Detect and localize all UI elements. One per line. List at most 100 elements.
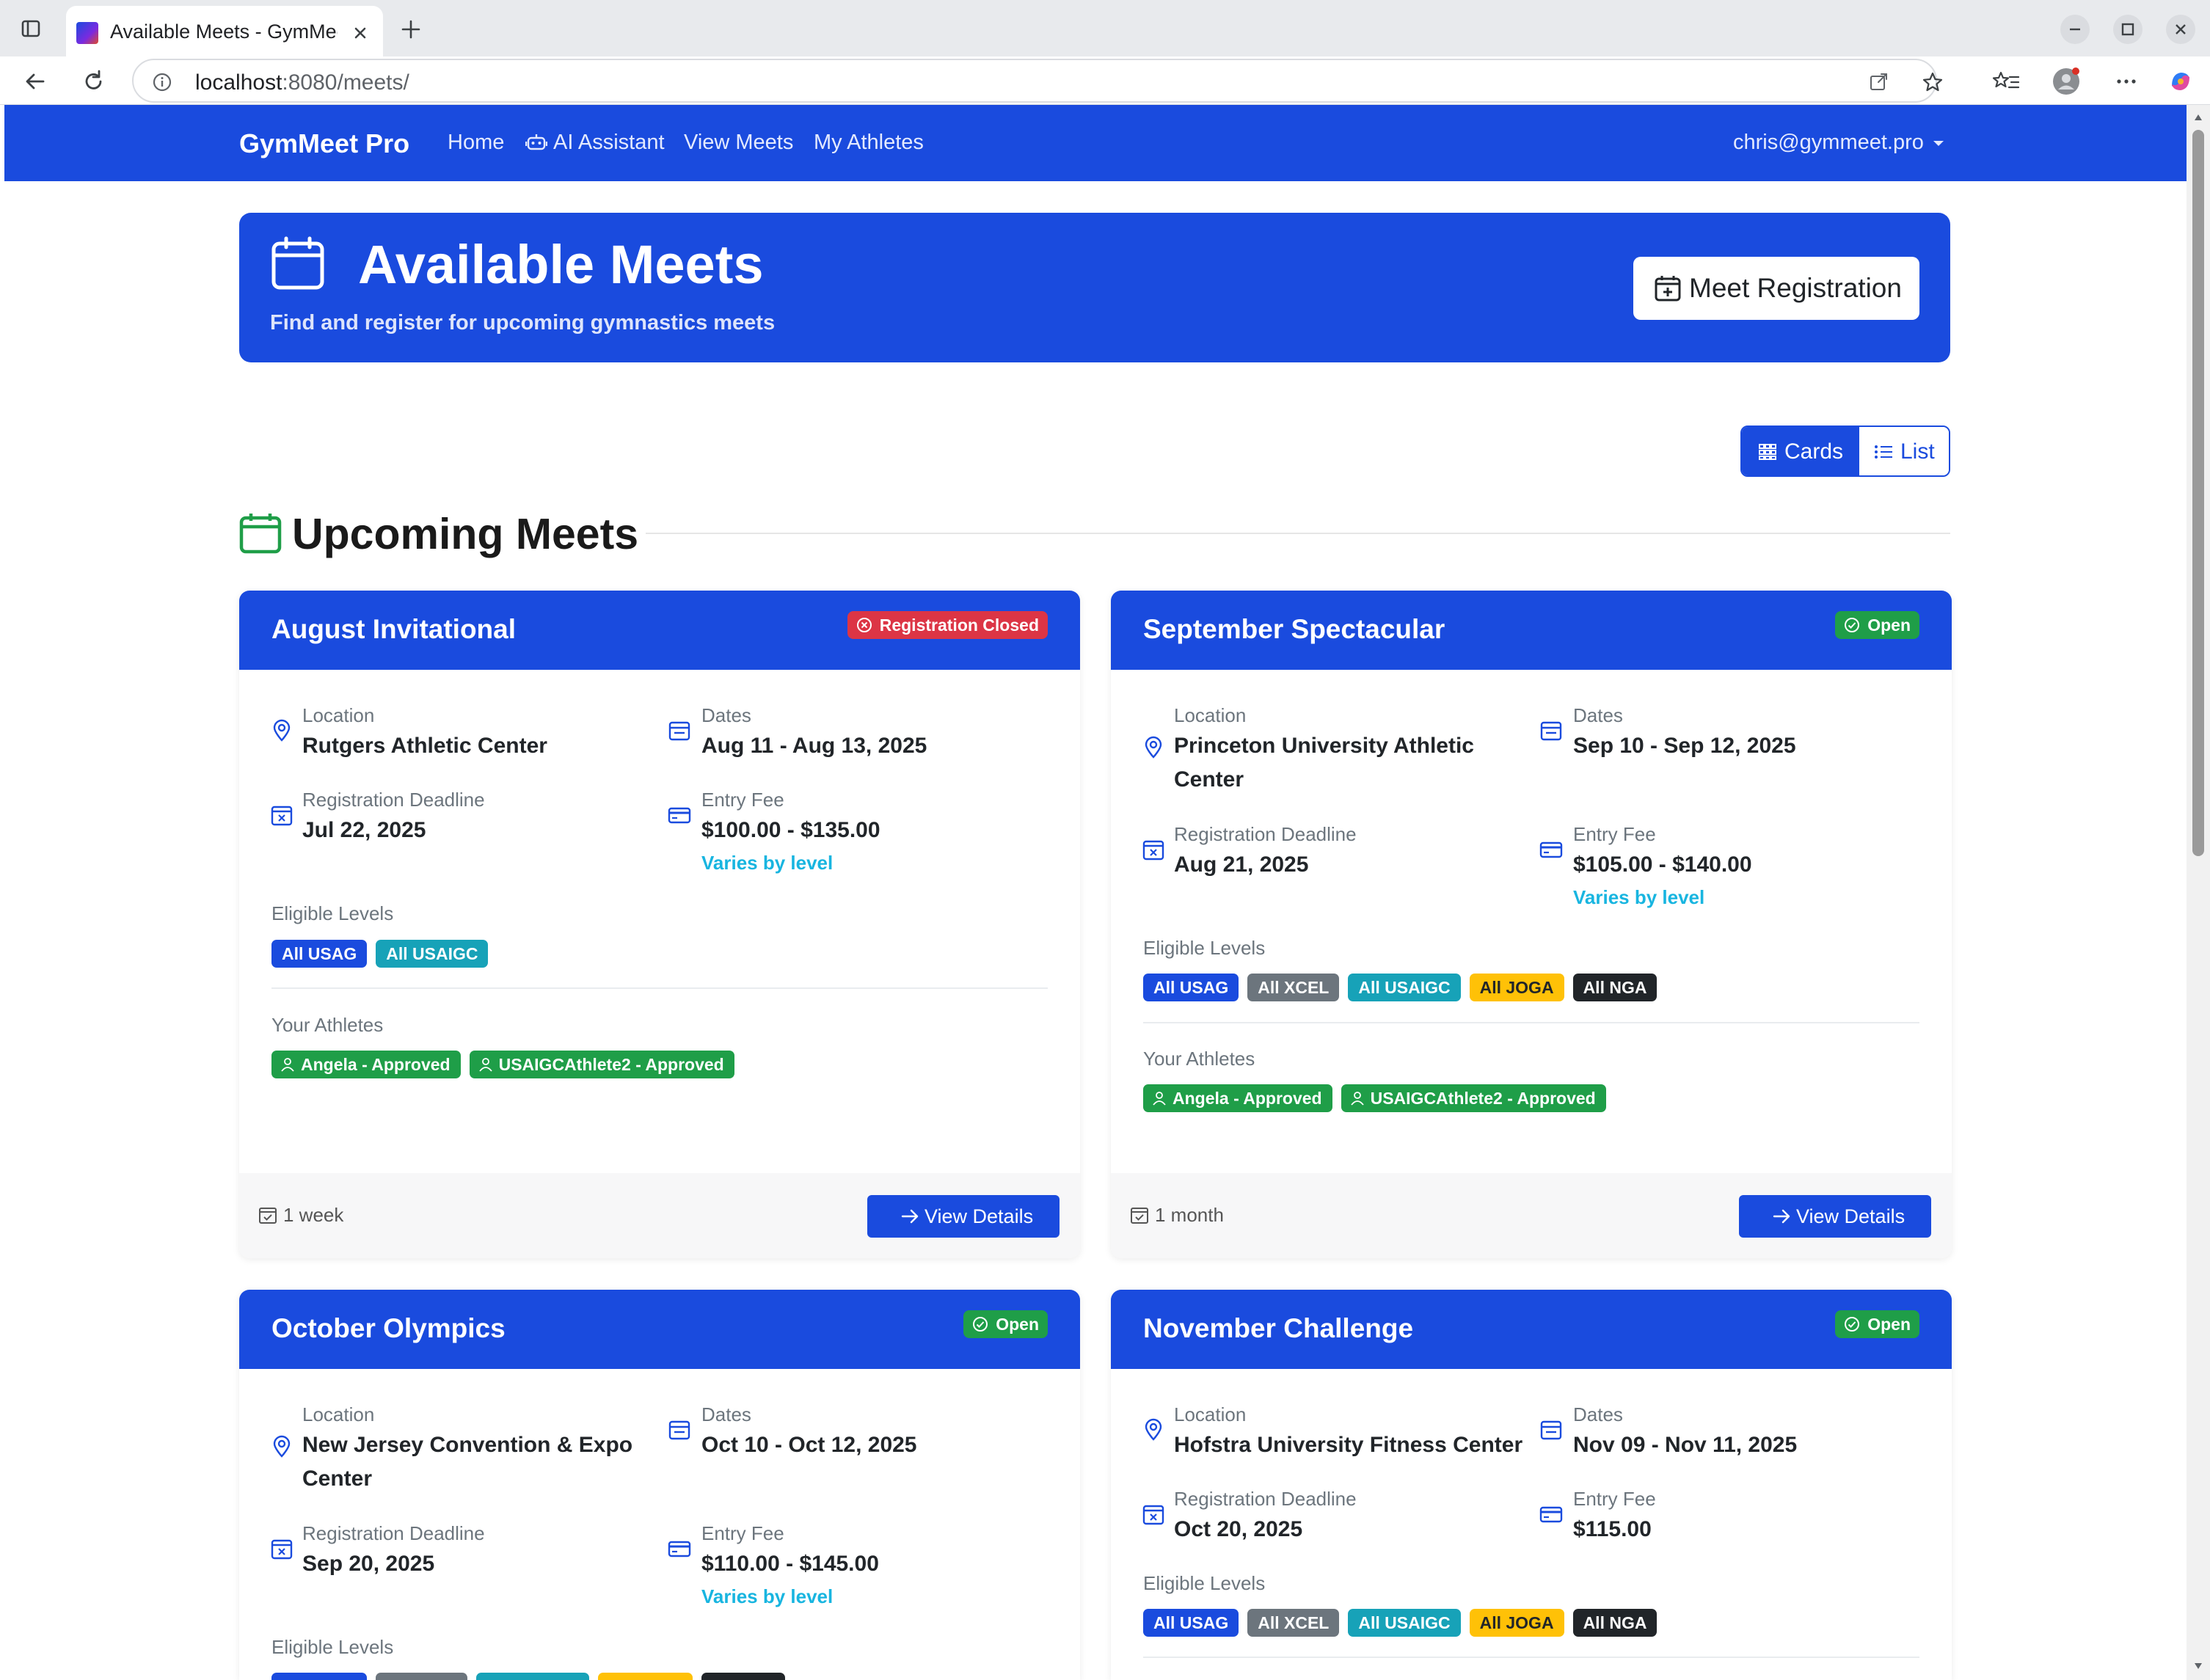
brand-logo[interactable]: GymMeet Pro [239,128,409,159]
user-menu[interactable]: chris@gymmeet.pro [1733,131,1924,155]
status-text: Open [1867,1315,1911,1334]
eligible-levels-label: Eligible Levels [1143,937,1266,959]
fee-note: Varies by level [701,852,834,874]
status-badge: Open [1835,611,1919,639]
meet-card: August Invitational Registration Closed … [239,591,1080,1258]
location-label: Location [302,1403,375,1425]
deadline-value: Sep 20, 2025 [302,1552,435,1576]
athlete-badge: USAIGCAthlete2 - Approved [469,1051,734,1078]
url-text: localhost:8080/meets/ [195,70,409,95]
scroll-thumb[interactable] [2192,130,2204,856]
calendar-range-icon [1539,719,1563,742]
grid-icon [1758,443,1777,461]
more-menu-icon[interactable] [2112,67,2141,96]
bookmark-star-icon[interactable] [1921,70,1944,94]
credit-card-icon [668,803,691,827]
calendar-x-icon [270,803,293,827]
cards-view-button[interactable]: Cards [1742,427,1859,475]
nav-my-athletes[interactable]: My Athletes [814,131,924,155]
dates-label: Dates [701,704,751,726]
level-badge: All JOGA [1469,974,1564,1001]
meet-registration-button[interactable]: Meet Registration [1633,257,1919,320]
scroll-up-arrow-icon[interactable] [2194,114,2203,121]
status-text: Open [996,1315,1039,1334]
location-value: Rutgers Athletic Center [302,734,547,758]
meet-name: October Olympics [271,1313,506,1343]
status-badge: Open [963,1310,1048,1338]
tab-actions-icon[interactable] [16,16,45,43]
section-divider [646,533,1950,534]
calendar-x-icon [1142,838,1165,861]
credit-card-icon [668,1537,691,1560]
dates-value: Sep 10 - Sep 12, 2025 [1573,734,1796,758]
your-athletes-label: Your Athletes [271,1014,384,1036]
calendar-plus-icon [1654,274,1682,302]
dates-label: Dates [1573,1403,1623,1425]
view-details-button[interactable]: View Details [867,1195,1060,1238]
list-view-button[interactable]: List [1859,427,1949,475]
eligible-levels-label: Eligible Levels [271,902,394,924]
profile-avatar-icon[interactable] [2052,67,2081,96]
check-circle-icon [1844,1316,1860,1332]
eligible-levels-label: Eligible Levels [271,1636,394,1658]
deadline-label: Registration Deadline [302,1522,485,1544]
url-host: localhost [195,70,282,95]
caret-down-icon[interactable] [1933,140,1944,147]
calendar-range-icon [668,1418,691,1442]
card-footer: 1 week View Details [239,1173,1080,1258]
card-divider [1143,1022,1919,1023]
list-icon [1874,443,1893,461]
x-circle-icon [856,617,872,633]
close-window-icon[interactable] [2165,13,2197,45]
athlete-list: Angela - Approved USAIGCAthlete2 - Appro… [271,1051,734,1078]
athlete-badge: USAIGCAthlete2 - Approved [1341,1084,1606,1112]
copilot-icon[interactable] [2166,67,2195,96]
credit-card-icon [1539,838,1563,861]
athlete-badge: Angela - Approved [271,1051,461,1078]
new-tab-icon[interactable] [396,15,426,44]
page-subtitle: Find and register for upcoming gymnastic… [270,311,776,335]
maximize-icon[interactable] [2112,13,2144,45]
level-badge: All USAIGC [476,1673,589,1680]
open-in-app-icon[interactable] [1867,70,1890,94]
dates-value: Aug 11 - Aug 13, 2025 [701,734,927,758]
favicon-icon [76,22,98,44]
level-badge: All USAG [271,940,368,968]
calendar-icon [239,512,282,555]
url-path: :8080/meets/ [282,70,409,95]
level-badge: All USAIGC [376,940,489,968]
level-badge: All JOGA [597,1673,693,1680]
page-scrollbar[interactable] [2187,105,2210,1680]
section-title: Upcoming Meets [292,510,639,558]
check-circle-icon [972,1316,988,1332]
page-title: Available Meets [358,234,764,295]
athlete-badge-text: USAIGCAthlete2 - Approved [498,1055,724,1074]
athlete-badge-text: USAIGCAthlete2 - Approved [1370,1089,1596,1108]
level-badge: All NGA [701,1673,786,1680]
fee-note: Varies by level [701,1585,834,1607]
minimize-icon[interactable] [2059,13,2091,45]
level-badge: All NGA [1572,1609,1658,1637]
view-details-button[interactable]: View Details [1739,1195,1931,1238]
eligible-levels-label: Eligible Levels [1143,1572,1266,1594]
card-divider [271,987,1048,989]
arrow-right-icon [1773,1208,1792,1225]
site-info-icon[interactable] [151,71,173,93]
location-pin-icon [270,719,293,742]
browser-tab-active[interactable]: Available Meets - GymMeet Pro [66,6,383,56]
card-header: August Invitational Registration Closed [239,591,1080,670]
location-value: Hofstra University Fitness Center [1174,1433,1523,1457]
close-tab-icon[interactable] [349,22,371,44]
scroll-down-arrow-icon[interactable] [2194,1662,2203,1670]
nav-ai-assistant[interactable]: AI Assistant [553,131,665,155]
person-icon [478,1057,493,1072]
dates-value: Oct 10 - Oct 12, 2025 [701,1433,917,1457]
reload-icon[interactable] [79,67,109,96]
nav-view-meets[interactable]: View Meets [684,131,793,155]
person-icon [280,1057,295,1072]
level-badge: All NGA [1572,974,1658,1001]
address-bar[interactable]: localhost:8080/meets/ [132,59,1943,103]
favorites-icon[interactable] [1991,67,2021,96]
nav-home[interactable]: Home [448,131,504,155]
back-arrow-icon[interactable] [21,67,50,96]
